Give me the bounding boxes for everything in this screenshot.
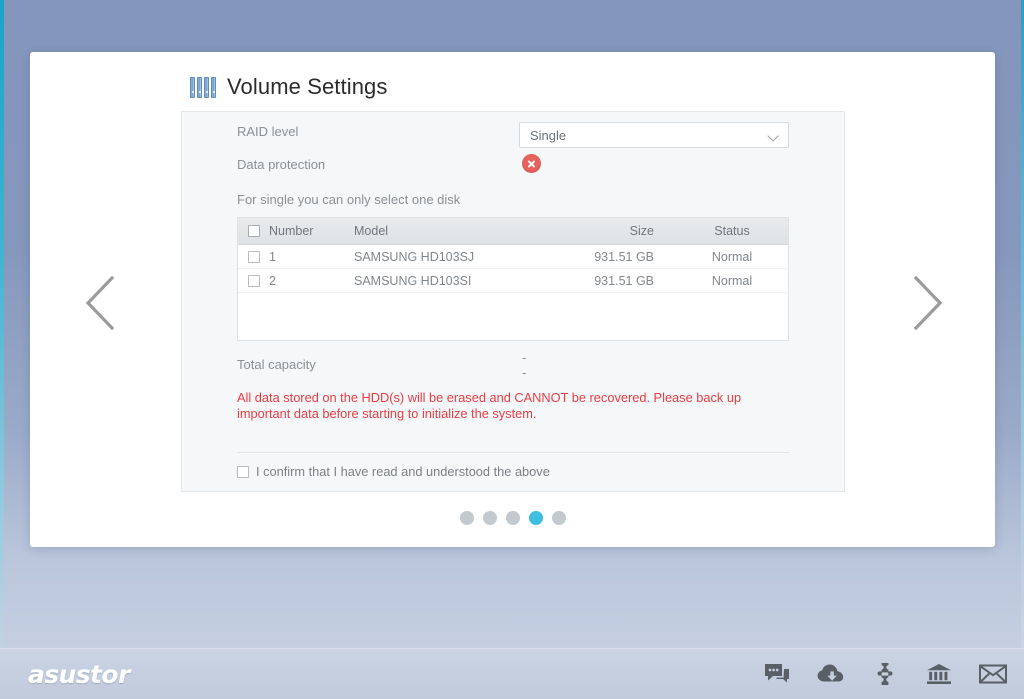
taskbar: asustor — [0, 648, 1024, 699]
row-checkbox-cell[interactable] — [238, 274, 269, 287]
row-checkbox[interactable] — [247, 250, 260, 263]
row-checkbox[interactable] — [247, 274, 260, 287]
raid-level-row: RAID level — [237, 124, 298, 139]
page-title-row: Volume Settings — [190, 74, 387, 100]
disk-selection-hint: For single you can only select one disk — [237, 192, 461, 207]
confirm-checkbox[interactable] — [237, 465, 249, 478]
page-title: Volume Settings — [227, 74, 388, 99]
wizard-card: Volume Settings RAID level Single Data p… — [30, 52, 995, 547]
error-circle-x-icon — [522, 154, 541, 173]
app-central-puzzle-icon[interactable] — [868, 658, 902, 690]
next-step-button[interactable] — [904, 272, 950, 334]
table-row[interactable]: 2 SAMSUNG HD103SI 931.51 GB Normal — [238, 269, 788, 293]
column-header-size: Size — [629, 224, 654, 238]
cloud-download-icon[interactable] — [814, 658, 848, 690]
pagination-dots — [30, 511, 995, 525]
mail-envelope-icon[interactable] — [976, 658, 1010, 690]
pagination-dot-4[interactable] — [528, 511, 543, 525]
cell-size: 931.51 GB — [594, 273, 654, 288]
confirm-checkbox-label: I confirm that I have read and understoo… — [256, 464, 550, 479]
cell-number: 2 — [269, 273, 276, 288]
column-header-number: Number — [269, 224, 314, 238]
disk-table: Number Model Size Status 1 SAMSUNG HD103… — [237, 217, 789, 341]
chevron-left-icon — [85, 275, 115, 331]
chevron-right-icon — [913, 275, 943, 331]
column-header-model: Model — [354, 224, 389, 238]
cell-status: Normal — [711, 249, 753, 264]
raid-level-select[interactable]: Single — [519, 122, 789, 148]
cell-model: SAMSUNG HD103SI — [354, 273, 472, 288]
cell-model: SAMSUNG HD103SJ — [354, 249, 475, 264]
asustor-logo: asustor — [28, 660, 130, 689]
select-all-checkbox-cell[interactable] — [238, 225, 269, 237]
select-all-checkbox[interactable] — [247, 225, 260, 237]
confirm-checkbox-row[interactable]: I confirm that I have read and understoo… — [237, 464, 550, 479]
left-edge-stripe — [0, 0, 4, 648]
disk-table-header: Number Model Size Status — [238, 218, 788, 245]
chat-icon[interactable] — [760, 658, 794, 690]
column-header-status: Status — [714, 224, 750, 238]
row-checkbox-cell[interactable] — [238, 250, 269, 263]
disk-bays-icon — [190, 75, 216, 99]
cell-size: 931.51 GB — [594, 249, 654, 264]
erase-warning-text: All data stored on the HDD(s) will be er… — [237, 390, 742, 421]
data-protection-row: Data protection — [237, 157, 325, 172]
previous-step-button[interactable] — [78, 272, 124, 334]
cell-number: 1 — [269, 249, 276, 264]
panel-divider — [237, 452, 789, 453]
pagination-dot-1[interactable] — [459, 511, 474, 525]
total-capacity-label: Total capacity — [237, 357, 316, 372]
total-capacity-value: -- — [522, 349, 527, 380]
raid-level-value: Single — [530, 127, 567, 143]
chevron-down-icon — [769, 132, 780, 139]
pagination-dot-3[interactable] — [505, 511, 520, 525]
raid-level-label: RAID level — [237, 124, 299, 139]
total-capacity-row: Total capacity -- — [237, 350, 526, 380]
pagination-dot-5[interactable] — [551, 511, 566, 525]
data-protection-label: Data protection — [237, 157, 326, 172]
table-row[interactable]: 1 SAMSUNG HD103SJ 931.51 GB Normal — [238, 245, 788, 269]
pagination-dot-2[interactable] — [482, 511, 497, 525]
bank-columns-icon[interactable] — [922, 658, 956, 690]
taskbar-tray — [760, 658, 1010, 690]
volume-settings-panel: RAID level Single Data protection For si… — [181, 111, 845, 492]
cell-status: Normal — [711, 273, 753, 288]
